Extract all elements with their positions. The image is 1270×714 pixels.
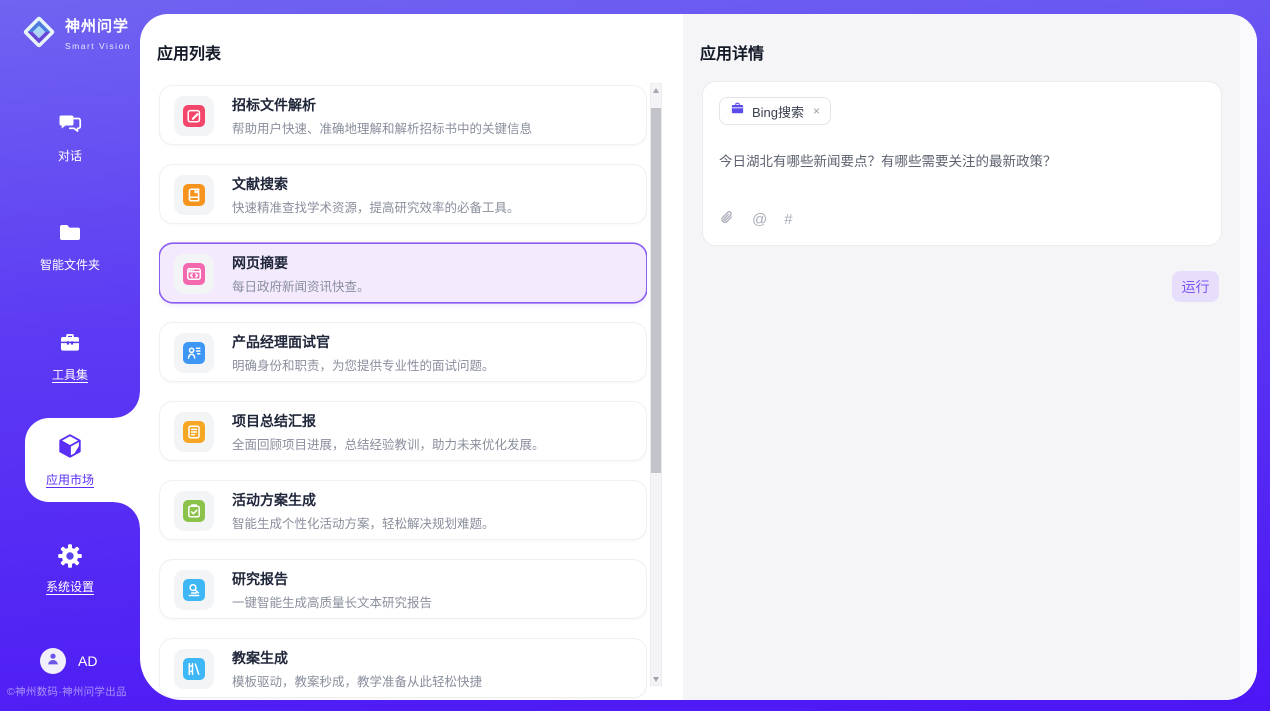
- topic-icon[interactable]: #: [784, 212, 792, 228]
- interviewer-icon: [183, 342, 205, 364]
- run-button[interactable]: 运行: [1172, 271, 1219, 302]
- app-icon-tile: [174, 649, 214, 689]
- app-icon-tile: [174, 175, 214, 215]
- sidebar-item-label: 系统设置: [0, 578, 140, 595]
- folder-icon: [56, 219, 84, 249]
- mention-icon[interactable]: @: [752, 212, 767, 228]
- app-icon-tile: [174, 96, 214, 136]
- microscope-icon: [183, 579, 205, 601]
- app-name: 文献搜索: [232, 175, 632, 193]
- toolbox-icon: [56, 329, 84, 359]
- brand-name: 神州问学: [65, 18, 129, 35]
- app-description: 快速精准查找学术资源，提高研究效率的必备工具。: [232, 197, 632, 216]
- sidebar-item-label: 应用市场: [0, 471, 140, 488]
- tool-tag-bing-search[interactable]: Bing搜索 ×: [719, 97, 831, 125]
- app-logo: 神州问学 Smart Vision: [20, 13, 140, 56]
- sidebar-item-1[interactable]: 对话: [0, 110, 140, 164]
- app-list-title: 应用列表: [157, 40, 221, 64]
- app-detail-title: 应用详情: [700, 40, 764, 64]
- avatar[interactable]: [40, 648, 66, 674]
- report-doc-icon: [183, 421, 205, 443]
- sidebar-item-label: 工具集: [0, 366, 140, 383]
- query-composer[interactable]: Bing搜索 × 今日湖北有哪些新闻要点？有哪些需要关注的最新政策？ @ #: [702, 81, 1222, 246]
- app-icon-tile: [174, 491, 214, 531]
- app-card[interactable]: 活动方案生成 智能生成个性化活动方案，轻松解决规划难题。: [159, 480, 647, 540]
- app-icon-tile: [174, 333, 214, 373]
- sidebar-item-3[interactable]: 工具集: [0, 329, 140, 383]
- book-icon: [183, 184, 205, 206]
- detail-scroll-track: [1240, 14, 1257, 700]
- app-card[interactable]: 网页摘要 每日政府新闻资讯快查。: [159, 243, 647, 303]
- scroll-up-arrow-icon[interactable]: [651, 84, 661, 96]
- edit-square-icon: [183, 105, 205, 127]
- brand-subtitle: Smart Vision: [65, 41, 131, 51]
- list-scrollbar[interactable]: [650, 83, 662, 686]
- app-name: 招标文件解析: [232, 96, 632, 114]
- app-card[interactable]: 研究报告 一键智能生成高质量长文本研究报告: [159, 559, 647, 619]
- main-content: 应用列表 招标文件解析 帮助用户快速、准确地理解和解析招标书中的关键信息 文献搜…: [140, 14, 1257, 700]
- scrollbar-thumb[interactable]: [651, 108, 661, 473]
- app-description: 明确身份和职责，为您提供专业性的面试问题。: [232, 355, 632, 374]
- app-icon-tile: [174, 570, 214, 610]
- paperclip-icon[interactable]: [719, 210, 735, 230]
- app-description: 帮助用户快速、准确地理解和解析招标书中的关键信息: [232, 118, 632, 137]
- app-icon-tile: [174, 254, 214, 294]
- app-name: 网页摘要: [232, 254, 632, 272]
- briefcase-icon: [730, 101, 745, 121]
- app-detail-panel: 应用详情 Bing搜索 × 今日湖北有哪些新闻要点？有哪些需要关注的最新政策？ …: [683, 14, 1257, 700]
- app-name: 产品经理面试官: [232, 333, 632, 351]
- user-initials: AD: [78, 653, 97, 669]
- books-icon: [183, 658, 205, 680]
- gear-icon: [57, 543, 83, 573]
- app-card[interactable]: 教案生成 模板驱动，教案秒成，教学准备从此轻松快捷: [159, 638, 647, 698]
- app-description: 一键智能生成高质量长文本研究报告: [232, 592, 632, 611]
- app-name: 项目总结汇报: [232, 412, 632, 430]
- sidebar-item-label: 智能文件夹: [0, 256, 140, 273]
- clipboard-check-icon: [183, 500, 205, 522]
- app-description: 智能生成个性化活动方案，轻松解决规划难题。: [232, 513, 632, 532]
- copyright-text: ©神州数码·神州问学出品: [7, 684, 140, 699]
- app-description: 全面回顾项目进展，总结经验教训，助力未来优化发展。: [232, 434, 632, 453]
- app-card[interactable]: 产品经理面试官 明确身份和职责，为您提供专业性的面试问题。: [159, 322, 647, 382]
- app-name: 活动方案生成: [232, 491, 632, 509]
- tool-tag-label: Bing搜索: [752, 102, 804, 121]
- diamond-logo-icon: [20, 13, 58, 56]
- sidebar-item-5[interactable]: 系统设置: [0, 543, 140, 595]
- cube-icon: [55, 432, 85, 462]
- app-card[interactable]: 项目总结汇报 全面回顾项目进展，总结经验教训，助力未来优化发展。: [159, 401, 647, 461]
- app-card[interactable]: 文献搜索 快速精准查找学术资源，提高研究效率的必备工具。: [159, 164, 647, 224]
- app-description: 每日政府新闻资讯快查。: [232, 276, 632, 295]
- app-name: 研究报告: [232, 570, 632, 588]
- app-name: 教案生成: [232, 649, 632, 667]
- user-row[interactable]: AD: [40, 648, 97, 674]
- query-text[interactable]: 今日湖北有哪些新闻要点？有哪些需要关注的最新政策？: [719, 152, 1205, 171]
- sidebar-item-2[interactable]: 智能文件夹: [0, 219, 140, 273]
- chat-icon: [56, 110, 84, 140]
- sidebar-item-label: 对话: [0, 147, 140, 164]
- app-card[interactable]: 招标文件解析 帮助用户快速、准确地理解和解析招标书中的关键信息: [159, 85, 647, 145]
- app-description: 模板驱动，教案秒成，教学准备从此轻松快捷: [232, 671, 632, 690]
- scroll-down-arrow-icon[interactable]: [651, 673, 661, 685]
- sidebar: 神州问学 Smart Vision 对话智能文件夹工具集应用市场系统设置 AD …: [0, 0, 140, 714]
- app-icon-tile: [174, 412, 214, 452]
- app-list: 招标文件解析 帮助用户快速、准确地理解和解析招标书中的关键信息 文献搜索 快速精…: [159, 85, 647, 700]
- sidebar-item-4[interactable]: 应用市场: [0, 432, 140, 488]
- browser-code-icon: [183, 263, 205, 285]
- person-icon: [45, 651, 61, 672]
- close-icon[interactable]: ×: [813, 104, 820, 118]
